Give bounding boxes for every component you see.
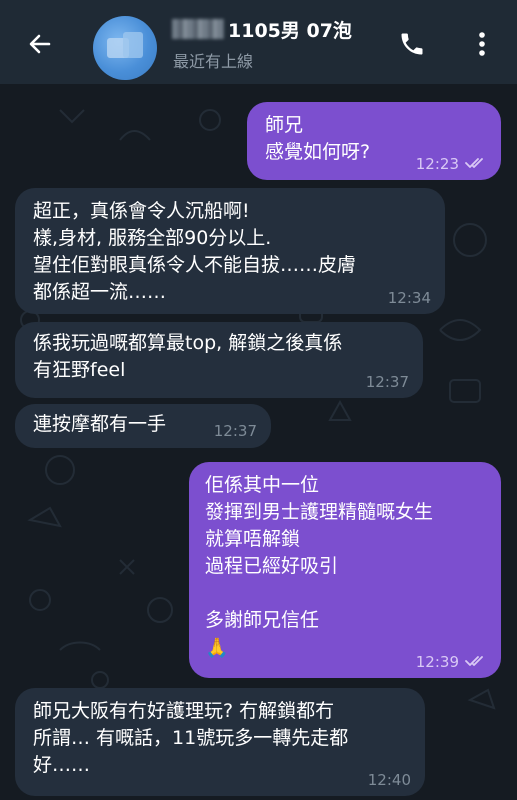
message-text: 超正，真係會令人沉船啊! 樣,身材, 服務全部90分以上. 望住佢對眼真係令人不… [33,200,357,303]
message-text: 佢係其中一位 發揮到男士護理精髓嘅女生 就算唔解鎖 過程已經好吸引 多謝師兄信任 [205,474,434,631]
message-time: 12:34 [387,289,431,307]
more-vertical-icon [479,32,485,56]
avatar-blur [123,32,143,58]
back-button[interactable] [18,22,62,66]
more-options-button[interactable] [462,24,502,64]
redacted-name-part [172,19,224,39]
double-check-icon [465,653,487,671]
message-text: 係我玩過嘅都算最top, 解鎖之後真係 有狂野feel [33,332,343,381]
message-time: 12:37 [365,373,409,391]
folded-hands-emoji: 🙏 [205,637,229,659]
contact-status: 最近有上線 [173,52,254,71]
message-time: 12:37 [213,422,257,440]
message-text: 師兄大阪有冇好護理玩? 冇解鎖都冇 所謂… 有嘅話，11號玩多一轉先走都 好…… [33,700,349,776]
message-bubble-incoming[interactable]: 連按摩都有一手 12:37 [15,404,271,448]
back-arrow-icon [29,34,51,54]
contact-name: 1105男 07泡 [228,19,352,42]
message-bubble-outgoing[interactable]: 佢係其中一位 發揮到男士護理精髓嘅女生 就算唔解鎖 過程已經好吸引 多謝師兄信任… [189,462,501,678]
message-time: 12:39 [415,653,459,671]
message-meta: 12:39 [416,653,487,671]
call-button[interactable] [392,24,432,64]
message-bubble-outgoing[interactable]: 師兄 感覺如何呀? 12:23 [247,102,501,180]
chat-header: 1105男 07泡 最近有上線 [0,0,517,84]
contact-name-area[interactable]: 1105男 07泡 [172,14,352,44]
double-check-icon [465,155,487,173]
message-meta: 12:37 [214,422,257,440]
message-bubble-incoming[interactable]: 係我玩過嘅都算最top, 解鎖之後真係 有狂野feel 12:37 [15,322,423,398]
avatar[interactable] [93,16,157,80]
message-time: 12:40 [367,771,411,789]
message-meta: 12:40 [368,771,411,789]
message-bubble-incoming[interactable]: 師兄大阪有冇好護理玩? 冇解鎖都冇 所謂… 有嘅話，11號玩多一轉先走都 好……… [15,688,425,796]
message-time: 12:23 [415,155,459,173]
message-meta: 12:23 [416,155,487,173]
message-meta: 12:34 [388,289,431,307]
message-bubble-incoming[interactable]: 超正，真係會令人沉船啊! 樣,身材, 服務全部90分以上. 望住佢對眼真係令人不… [15,188,445,314]
message-meta: 12:37 [366,373,409,391]
phone-icon [401,33,423,55]
